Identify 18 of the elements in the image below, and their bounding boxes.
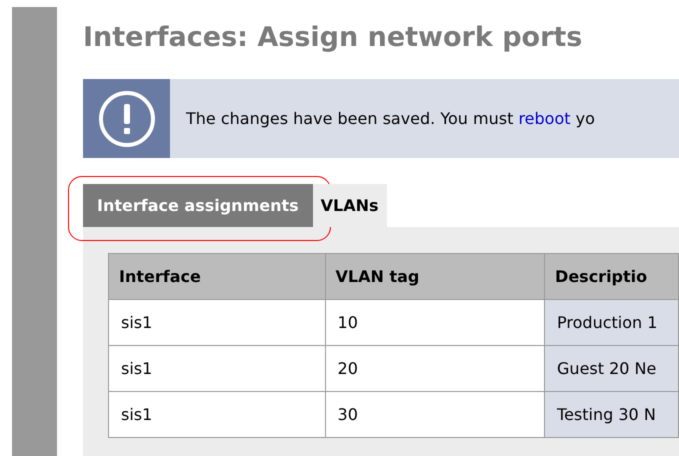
column-header: Interface — [108, 254, 326, 300]
tab[interactable]: Interface assignments — [83, 184, 313, 227]
table-cell: Production 1 — [544, 300, 678, 346]
table-cell: 10 — [325, 300, 545, 346]
page-title: Interfaces: Assign network ports — [83, 21, 584, 55]
table-cell: sis1 — [108, 300, 326, 346]
table-cell: sis1 — [108, 392, 326, 438]
reboot-link[interactable]: reboot — [518, 108, 571, 128]
table-cell: 30 — [325, 392, 545, 438]
notice-message: The changes have been saved. You must reboot yo — [186, 108, 595, 130]
table-cell: Testing 30 N — [544, 392, 678, 438]
column-header: VLAN tag — [325, 254, 545, 300]
column-header: Descriptio — [544, 254, 678, 300]
tab[interactable]: VLANs — [312, 184, 387, 227]
table-cell: Guest 20 Ne — [544, 346, 678, 392]
table-cell: sis1 — [108, 346, 326, 392]
table-cell: 20 — [325, 346, 545, 392]
alert-icon — [98, 90, 156, 148]
